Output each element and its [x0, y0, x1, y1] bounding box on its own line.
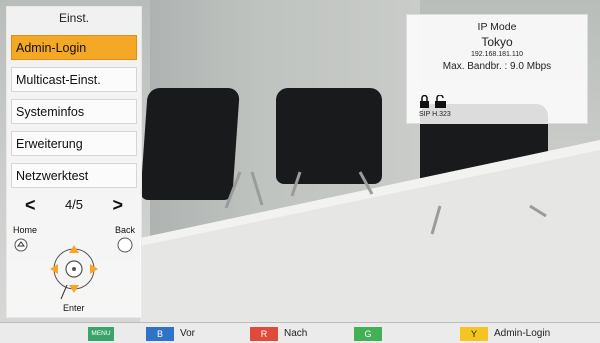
ip-address: 192.168.181.110: [470, 51, 524, 58]
home-icon[interactable]: [14, 238, 28, 252]
protocol-labels: SIP H.323: [419, 111, 451, 118]
function-key-bar: MENU B Vor R Nach G Y Admin-Login: [0, 322, 600, 343]
menu-item-netzwerktest[interactable]: Netzwerktest: [11, 163, 137, 188]
panel-title: Einst.: [58, 11, 89, 25]
remote-nav-pad: Home Back Enter: [11, 223, 137, 315]
pager: < 4/5 >: [11, 193, 137, 219]
site-name: Tokyo: [481, 35, 513, 49]
blue-key-label: Vor: [180, 328, 196, 339]
red-key[interactable]: R: [250, 327, 278, 341]
enter-label: Enter: [63, 303, 85, 313]
unlocked-icon: [435, 95, 446, 108]
yellow-key[interactable]: Y: [460, 327, 488, 341]
menu-item-systeminfos[interactable]: Systeminfos: [11, 99, 137, 124]
back-icon[interactable]: [117, 237, 133, 253]
connection-info-box: IP Mode Tokyo 192.168.181.110 Max. Bandb…: [406, 14, 588, 124]
locked-icon: [420, 95, 429, 108]
ip-mode-label: IP Mode: [477, 21, 517, 33]
next-page-button[interactable]: >: [112, 194, 123, 216]
nav-pad-graphic: [14, 237, 133, 300]
menu-item-multicast[interactable]: Multicast-Einst.: [11, 67, 137, 92]
menu-item-admin-login[interactable]: Admin-Login: [11, 35, 137, 60]
red-key-label: Nach: [284, 328, 308, 339]
menu-key[interactable]: MENU: [88, 327, 114, 341]
max-bandwidth: Max. Bandbr. : 9.0 Mbps: [442, 61, 552, 72]
blue-key[interactable]: B: [146, 327, 174, 341]
green-key[interactable]: G: [354, 327, 382, 341]
menu-item-erweiterung[interactable]: Erweiterung: [11, 131, 137, 156]
lock-icons: [420, 95, 446, 108]
yellow-key-label: Admin-Login: [494, 328, 551, 339]
settings-panel: Einst. Admin-Login Multicast-Einst. Syst…: [6, 6, 142, 318]
